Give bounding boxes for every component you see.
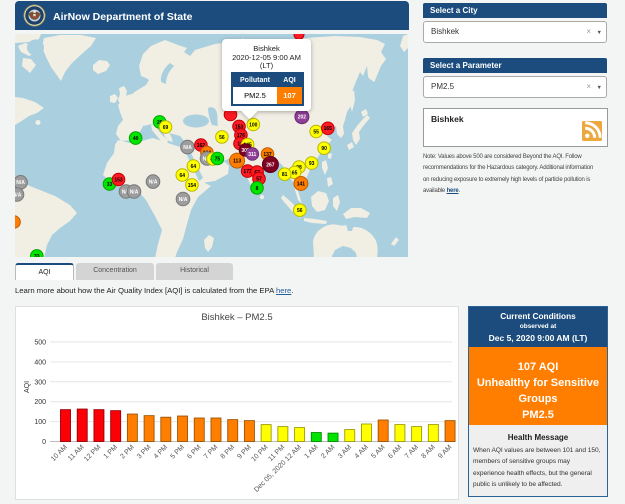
- svg-text:7 AM: 7 AM: [404, 444, 420, 460]
- svg-text:1 PM: 1 PM: [103, 444, 120, 461]
- svg-text:8: 8: [256, 186, 259, 192]
- svg-text:33: 33: [34, 254, 40, 257]
- svg-text:267: 267: [266, 162, 275, 168]
- svg-text:300: 300: [34, 379, 46, 386]
- svg-text:90: 90: [321, 146, 327, 152]
- svg-text:113: 113: [233, 159, 241, 165]
- svg-text:40: 40: [133, 136, 139, 142]
- svg-text:153: 153: [114, 177, 123, 183]
- svg-text:3 AM: 3 AM: [337, 444, 353, 460]
- svg-text:400: 400: [34, 359, 46, 366]
- svg-text:3 PM: 3 PM: [136, 444, 153, 461]
- svg-text:93: 93: [309, 161, 315, 167]
- svg-text:N/A: N/A: [179, 197, 188, 203]
- svg-text:55: 55: [313, 129, 319, 135]
- svg-text:6 PM: 6 PM: [186, 444, 203, 461]
- svg-text:N/A: N/A: [149, 180, 158, 186]
- svg-text:100: 100: [34, 419, 46, 426]
- svg-text:69: 69: [163, 125, 169, 131]
- svg-text:200: 200: [34, 399, 46, 406]
- svg-text:56: 56: [297, 208, 303, 214]
- svg-text:N/A: N/A: [183, 145, 192, 151]
- svg-text:154: 154: [188, 183, 197, 189]
- svg-text:311: 311: [248, 152, 256, 158]
- svg-text:202: 202: [298, 115, 307, 121]
- svg-text:6 AM: 6 AM: [387, 444, 403, 460]
- svg-text:4 PM: 4 PM: [153, 444, 170, 461]
- svg-text:7 PM: 7 PM: [203, 444, 220, 461]
- svg-text:11 AM: 11 AM: [67, 444, 86, 463]
- svg-text:N/A: N/A: [15, 192, 22, 198]
- svg-text:1 AM: 1 AM: [303, 444, 319, 460]
- svg-text:500: 500: [34, 340, 46, 347]
- svg-text:4 AM: 4 AM: [354, 444, 370, 460]
- svg-text:65: 65: [292, 170, 298, 176]
- svg-text:2 PM: 2 PM: [119, 444, 136, 461]
- svg-text:8 AM: 8 AM: [421, 444, 437, 460]
- svg-text:12 PM: 12 PM: [83, 444, 102, 463]
- svg-text:165: 165: [324, 126, 333, 132]
- svg-text:64: 64: [180, 173, 186, 179]
- svg-text:33: 33: [107, 182, 113, 188]
- svg-text:10 AM: 10 AM: [50, 444, 69, 463]
- svg-text:141: 141: [297, 181, 306, 187]
- svg-text:5 AM: 5 AM: [370, 444, 386, 460]
- svg-text:10 PM: 10 PM: [250, 444, 269, 463]
- svg-text:AQI: AQI: [24, 381, 31, 393]
- svg-text:N/A: N/A: [16, 180, 25, 186]
- svg-text:9 AM: 9 AM: [437, 444, 453, 460]
- svg-text:64: 64: [191, 164, 197, 170]
- svg-text:2 AM: 2 AM: [320, 444, 336, 460]
- svg-text:Bishkek – PM2.5: Bishkek – PM2.5: [201, 312, 272, 323]
- svg-text:8 PM: 8 PM: [220, 444, 237, 461]
- svg-text:56: 56: [219, 135, 225, 141]
- svg-text:100: 100: [249, 122, 258, 128]
- svg-text:5 PM: 5 PM: [169, 444, 186, 461]
- svg-text:N/A: N/A: [130, 189, 139, 195]
- svg-text:75: 75: [215, 156, 221, 162]
- svg-text:81: 81: [282, 172, 288, 178]
- svg-text:0: 0: [42, 439, 46, 446]
